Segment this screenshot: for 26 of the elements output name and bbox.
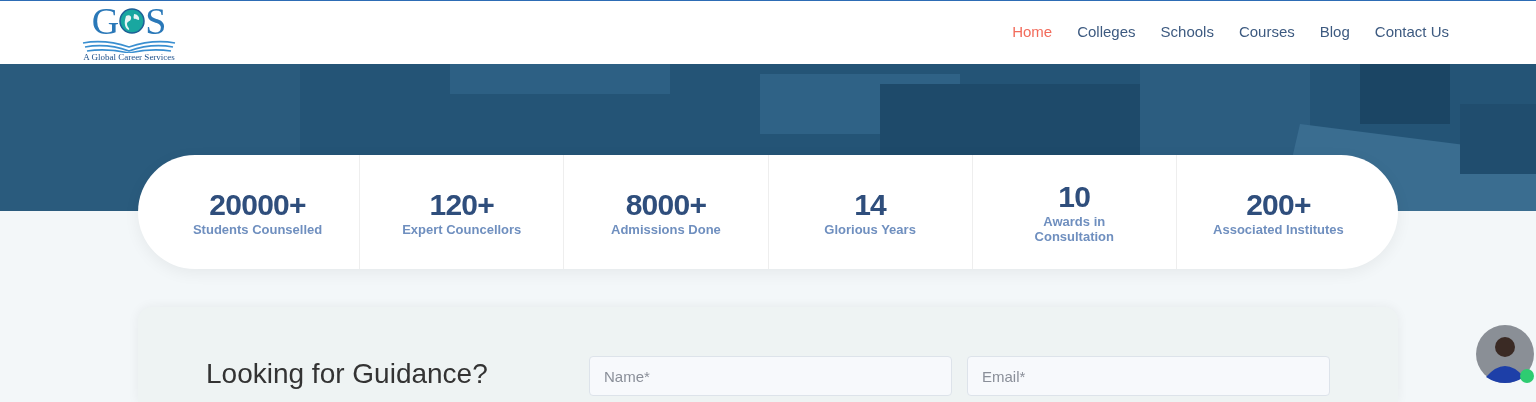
- nav-link[interactable]: Schools: [1160, 21, 1214, 44]
- stat-label: Students Counselled: [192, 221, 323, 237]
- nav-link[interactable]: Blog: [1319, 21, 1350, 44]
- nav-link[interactable]: Colleges: [1077, 21, 1136, 44]
- nav-link[interactable]: Courses: [1238, 21, 1295, 44]
- stat-value: 14: [854, 187, 887, 222]
- input-field[interactable]: Name*: [589, 356, 952, 396]
- stat-value: 20000+: [209, 187, 306, 222]
- stat-label: Associated Institutes: [1213, 221, 1344, 237]
- stat-value: 200+: [1246, 187, 1311, 222]
- nav-link[interactable]: Contact Us: [1374, 21, 1449, 44]
- globe-icon: [119, 8, 146, 34]
- input-field[interactable]: Email*: [967, 356, 1330, 396]
- stat-value: 8000+: [625, 187, 707, 222]
- logo-tagline: A Global Career Services: [83, 53, 175, 62]
- stat-label: Glorious Years: [824, 221, 916, 237]
- stat-value: 120+: [429, 187, 495, 222]
- book-icon: [81, 39, 177, 53]
- avatar-icon[interactable]: [1476, 325, 1534, 383]
- logo-letter: S: [145, 2, 167, 40]
- stat-label: Expert Councellors: [402, 221, 522, 237]
- logo-letter: G: [91, 2, 120, 40]
- stat-label: Admissions Done: [611, 221, 721, 237]
- stat-value: 10: [1058, 180, 1091, 214]
- stat-label: Awards in Consultation: [1034, 214, 1114, 244]
- enquiry-heading: Looking for Guidance?: [206, 357, 489, 391]
